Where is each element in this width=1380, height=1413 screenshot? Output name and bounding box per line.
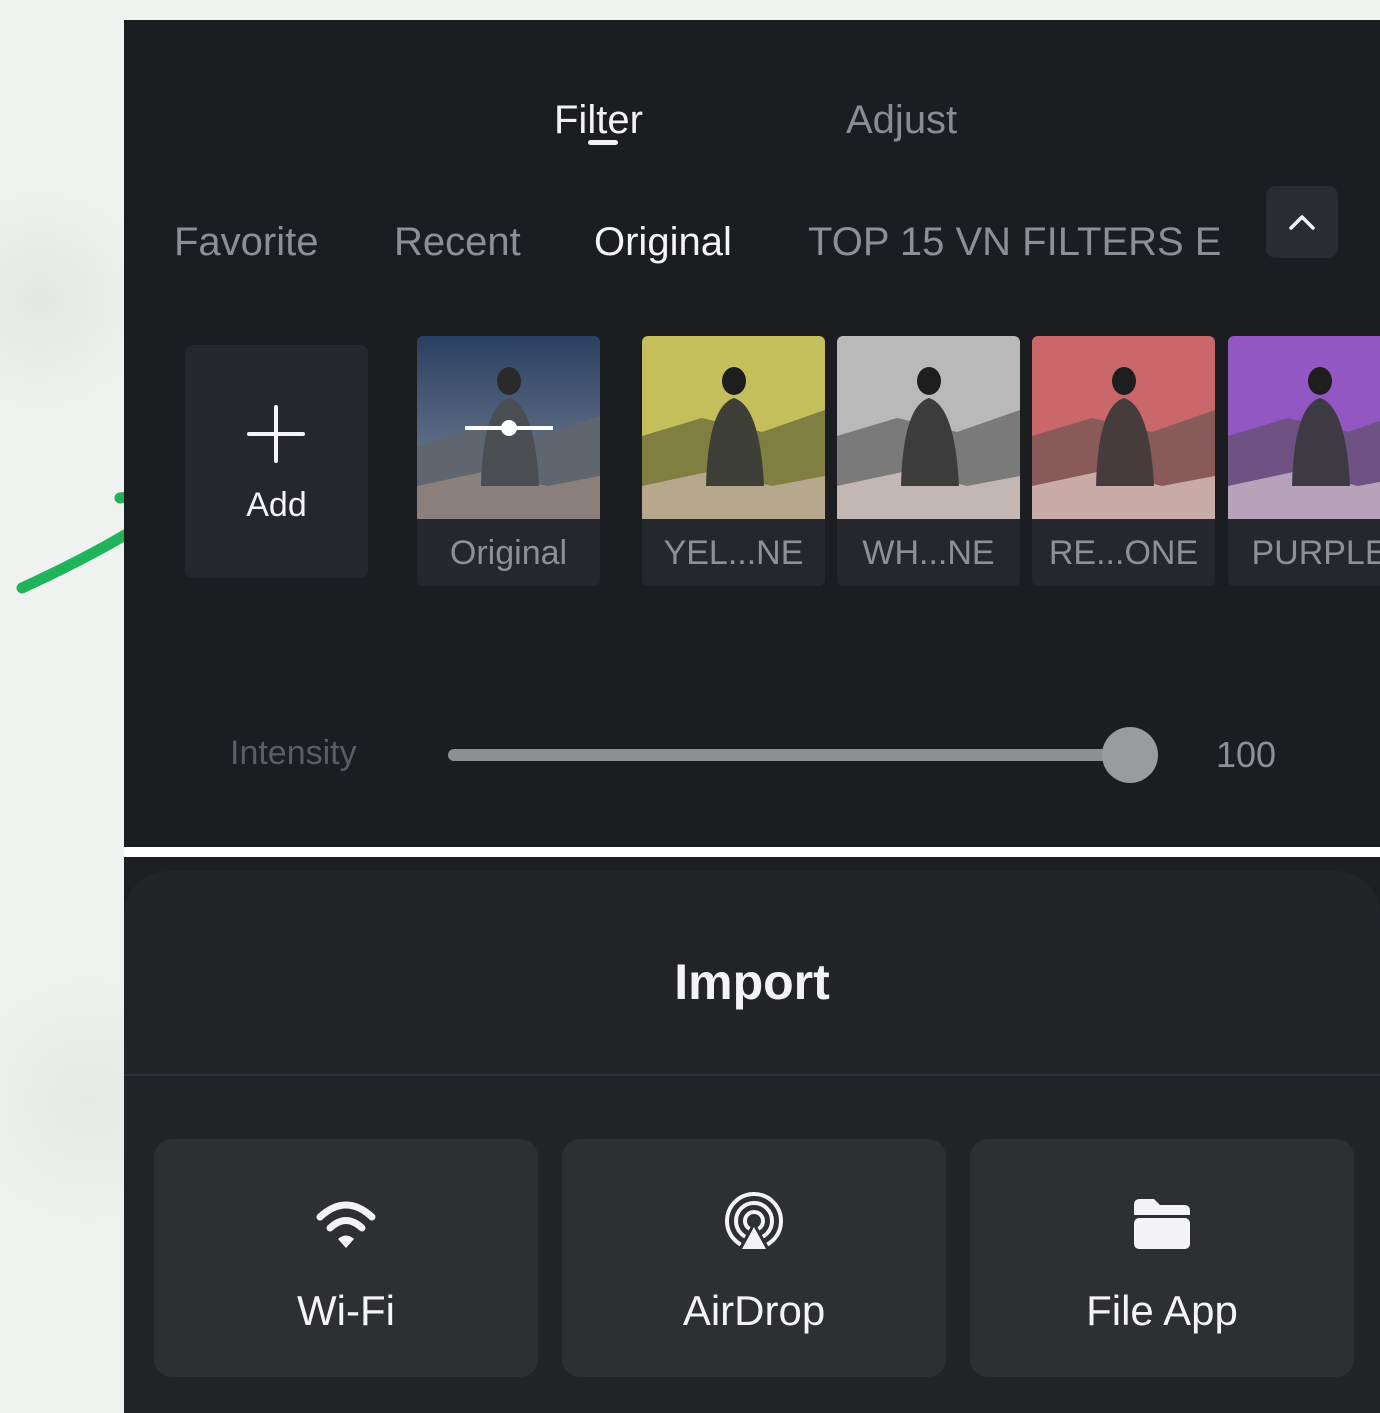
preset-original[interactable]: Original (417, 336, 600, 586)
import-sheet: Import Wi-Fi AirDrop File App (124, 857, 1380, 1413)
divider-gap (124, 847, 1380, 857)
source-label: Wi-Fi (297, 1287, 395, 1334)
preset-thumbnail (417, 336, 600, 519)
import-file-app-button[interactable]: File App (970, 1139, 1354, 1377)
preset-label: WH...NE (862, 534, 995, 572)
tab-indicator (588, 140, 618, 145)
preset-thumbnail (1032, 336, 1215, 519)
wifi-icon (316, 1201, 376, 1248)
preset-label: Original (449, 534, 568, 572)
folder-icon (1134, 1199, 1190, 1249)
category-original[interactable]: Original (594, 220, 732, 265)
import-wifi-button[interactable]: Wi-Fi (154, 1139, 538, 1377)
preset-label: YEL...NE (663, 534, 804, 572)
preset-label: RE...ONE (1048, 534, 1199, 572)
add-filter-button[interactable]: Add (185, 345, 368, 578)
intensity-slider-track[interactable] (448, 749, 1130, 761)
import-airdrop-button[interactable]: AirDrop (562, 1139, 946, 1377)
source-label: File App (1086, 1287, 1238, 1334)
preset-thumbnail (642, 336, 825, 519)
preset-label: PURPLE (1251, 534, 1380, 572)
intensity-slider-handle[interactable] (1102, 727, 1158, 783)
import-card: Import Wi-Fi AirDrop File App (124, 871, 1380, 1413)
intensity-value: 100 (1216, 734, 1277, 775)
add-label: Add (246, 486, 307, 524)
plus-icon (247, 405, 305, 463)
tab-filter[interactable]: Filter (554, 98, 643, 143)
category-favorite[interactable]: Favorite (174, 220, 319, 265)
chevron-up-icon (1289, 215, 1315, 230)
import-divider (124, 1074, 1380, 1076)
preset-white[interactable]: WH...NE (837, 336, 1020, 586)
preset-thumbnail (837, 336, 1020, 519)
tab-adjust[interactable]: Adjust (846, 98, 957, 143)
preset-purple[interactable]: PURPLE (1228, 336, 1380, 586)
import-title: Import (674, 954, 830, 1010)
category-recent[interactable]: Recent (394, 220, 521, 265)
preset-red[interactable]: RE...ONE (1032, 336, 1215, 586)
airdrop-icon (725, 1192, 783, 1253)
filter-panel: Filter Adjust Favorite Recent Original T… (124, 20, 1380, 847)
category-top-15-vn-filters[interactable]: TOP 15 VN FILTERS E (808, 220, 1226, 265)
collapse-categories-button[interactable] (1266, 186, 1338, 258)
preset-yellow[interactable]: YEL...NE (642, 336, 825, 586)
preset-thumbnail (1228, 336, 1380, 519)
intensity-label: Intensity (230, 734, 357, 772)
source-label: AirDrop (682, 1287, 826, 1334)
